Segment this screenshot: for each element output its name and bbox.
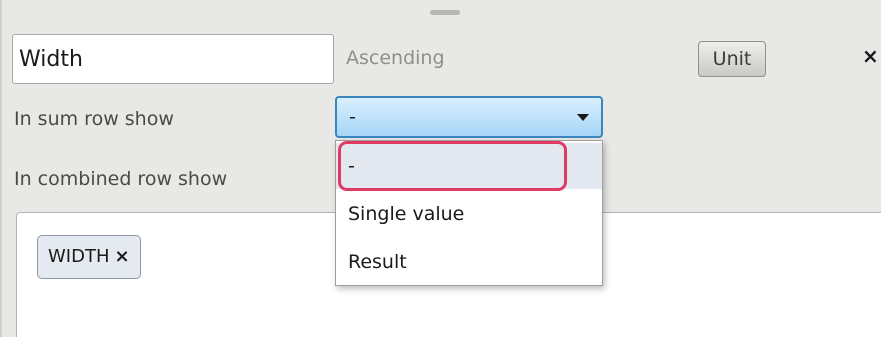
sort-direction-label[interactable]: Ascending (346, 47, 445, 69)
dropdown-option-dash[interactable]: - (336, 143, 602, 189)
column-name-input[interactable] (12, 34, 334, 84)
dropdown-option-single-value[interactable]: Single value (336, 191, 602, 237)
value-tag-label: WIDTH (48, 246, 110, 267)
value-tag[interactable]: WIDTH × (37, 235, 141, 279)
column-settings-panel: Ascending Unit × In sum row show - In co… (0, 0, 881, 337)
sum-row-select[interactable]: - (335, 96, 603, 138)
close-icon[interactable]: × (862, 44, 881, 68)
dropdown-option-result[interactable]: Result (336, 239, 602, 285)
sum-row-dropdown-list: - Single value Result (335, 140, 603, 286)
combined-row-label: In combined row show (14, 168, 228, 190)
remove-tag-icon[interactable]: × (115, 236, 130, 278)
sum-row-label: In sum row show (14, 108, 174, 130)
chevron-down-icon (577, 114, 589, 121)
drag-handle[interactable] (430, 10, 460, 15)
sum-row-select-value: - (349, 106, 356, 128)
unit-button[interactable]: Unit (698, 41, 766, 77)
